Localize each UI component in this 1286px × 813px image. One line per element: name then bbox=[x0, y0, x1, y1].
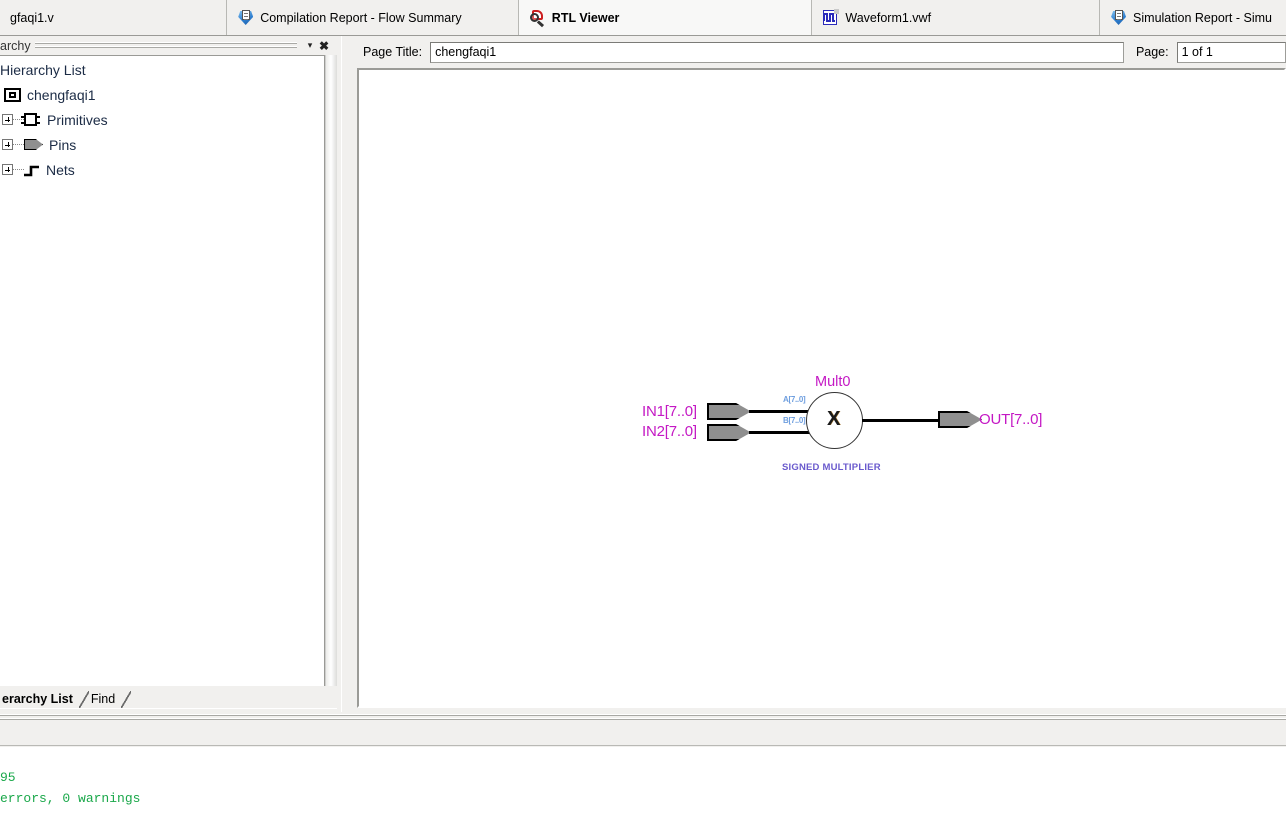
tree-node-label: Nets bbox=[46, 161, 75, 178]
tab-gfaqi1-v[interactable]: gfaqi1.v bbox=[0, 0, 227, 35]
tree-node-label: Pins bbox=[49, 136, 77, 153]
messages-pane-header bbox=[0, 724, 1286, 746]
tab-divider bbox=[78, 691, 89, 708]
panel-drag-grip[interactable] bbox=[34, 41, 297, 50]
primitive-icon bbox=[21, 113, 40, 126]
tab-label: RTL Viewer bbox=[551, 10, 620, 25]
hierarchy-vertical-scrollbar[interactable] bbox=[325, 55, 337, 701]
output-port-label-out: OUT[7..0] bbox=[979, 411, 1043, 428]
tab-waveform1-vwf[interactable]: Waveform1.vwf bbox=[811, 0, 1100, 35]
tree-node-primitives[interactable]: Primitives bbox=[0, 107, 324, 132]
tab-simulation-report[interactable]: Simulation Report - Simu bbox=[1099, 0, 1286, 35]
net-icon bbox=[24, 164, 40, 176]
tab-label: Simulation Report - Simu bbox=[1133, 10, 1272, 25]
document-tab-strip: gfaqi1.v Compilation Report - Flow Summa… bbox=[0, 0, 1286, 36]
tab-rtl-viewer[interactable]: RTL Viewer bbox=[517, 0, 812, 35]
panel-tab-find[interactable]: Find bbox=[89, 691, 121, 708]
page-label: Page: bbox=[1135, 45, 1169, 59]
instance-type-label: SIGNED MULTIPLIER bbox=[782, 462, 881, 473]
expand-plus-icon[interactable] bbox=[2, 114, 13, 125]
input-port-label-in1: IN1[7..0] bbox=[642, 403, 697, 420]
schematic-drawing: Mult0 IN1[7..0] IN2[7..0] A[7..0] B[7..0… bbox=[359, 70, 1284, 706]
tree-connector bbox=[13, 169, 24, 170]
tab-divider bbox=[121, 691, 132, 708]
pin-icon bbox=[24, 139, 43, 150]
wire-mult-to-out[interactable] bbox=[862, 419, 940, 422]
expand-plus-icon[interactable] bbox=[2, 139, 13, 150]
rtl-viewer-toolbar: Page Title: chengfaqi1 Page: 1 of 1 bbox=[351, 36, 1286, 68]
rtl-viewer-document: Page Title: chengfaqi1 Page: 1 of 1 Mult… bbox=[351, 36, 1286, 712]
messages-pane: 95 errors, 0 warnings bbox=[0, 724, 1286, 813]
waveform-glyph bbox=[824, 13, 836, 22]
hierarchy-panel-title: archy bbox=[0, 38, 31, 53]
hierarchy-tree[interactable]: Hierarchy List chengfaqi1 Primitives Pin… bbox=[0, 55, 325, 701]
message-line: 95 bbox=[0, 770, 16, 785]
instance-name-label: Mult0 bbox=[815, 374, 851, 390]
rtl-viewer-icon bbox=[529, 9, 546, 27]
messages-output[interactable]: 95 errors, 0 warnings bbox=[0, 747, 1286, 813]
tree-node-nets[interactable]: Nets bbox=[0, 157, 324, 182]
tree-node-chengfaqi1[interactable]: chengfaqi1 bbox=[0, 82, 324, 107]
tab-compilation-report[interactable]: Compilation Report - Flow Summary bbox=[226, 0, 518, 35]
schematic-canvas[interactable]: Mult0 IN1[7..0] IN2[7..0] A[7..0] B[7..0… bbox=[359, 70, 1284, 706]
tab-label: Compilation Report - Flow Summary bbox=[260, 10, 462, 25]
hierarchy-panel: archy ▾ ✖ Hierarchy List chengfaqi1 Prim… bbox=[0, 36, 337, 712]
expand-plus-icon[interactable] bbox=[2, 164, 13, 175]
output-pin-symbol-out[interactable] bbox=[938, 411, 982, 428]
input-pin-symbol-in1[interactable] bbox=[707, 403, 751, 420]
waveform-icon bbox=[822, 9, 840, 26]
vertical-splitter[interactable] bbox=[337, 36, 351, 712]
input-pin-symbol-in2[interactable] bbox=[707, 424, 751, 441]
quartus-rtl-viewer-window: gfaqi1.v Compilation Report - Flow Summa… bbox=[0, 0, 1286, 813]
page-title-input[interactable]: chengfaqi1 bbox=[430, 41, 1124, 63]
tree-node-label: chengfaqi1 bbox=[27, 86, 96, 103]
hierarchy-panel-titlebar: archy ▾ ✖ bbox=[0, 36, 337, 55]
tree-connector bbox=[13, 144, 24, 145]
chevron-down-icon[interactable]: ▾ bbox=[303, 38, 317, 53]
tree-node-label: Primitives bbox=[47, 111, 108, 128]
module-icon bbox=[4, 87, 21, 102]
page-number-input[interactable]: 1 of 1 bbox=[1176, 41, 1286, 63]
message-line: errors, 0 warnings bbox=[0, 791, 141, 806]
report-icon bbox=[237, 9, 254, 26]
close-icon[interactable]: ✖ bbox=[317, 38, 331, 53]
panel-tab-hierarchy-list[interactable]: erarchy List bbox=[0, 691, 79, 708]
bus-label-a: A[7..0] bbox=[783, 395, 806, 404]
schematic-canvas-frame: Mult0 IN1[7..0] IN2[7..0] A[7..0] B[7..0… bbox=[357, 68, 1286, 708]
report-icon bbox=[1110, 9, 1127, 26]
tab-label: Waveform1.vwf bbox=[845, 10, 932, 25]
multiplier-operator-glyph: X bbox=[827, 408, 841, 430]
bus-label-b: B[7..0] bbox=[783, 416, 806, 425]
tab-label: gfaqi1.v bbox=[10, 10, 54, 25]
hierarchy-panel-tabs: erarchy List Find bbox=[0, 686, 337, 708]
input-port-label-in2: IN2[7..0] bbox=[642, 423, 697, 440]
hierarchy-list-header: Hierarchy List bbox=[0, 62, 86, 78]
horizontal-splitter[interactable] bbox=[0, 712, 1286, 724]
tree-connector bbox=[13, 119, 24, 120]
page-title-label: Page Title: bbox=[363, 45, 423, 59]
tree-node-pins[interactable]: Pins bbox=[0, 132, 324, 157]
